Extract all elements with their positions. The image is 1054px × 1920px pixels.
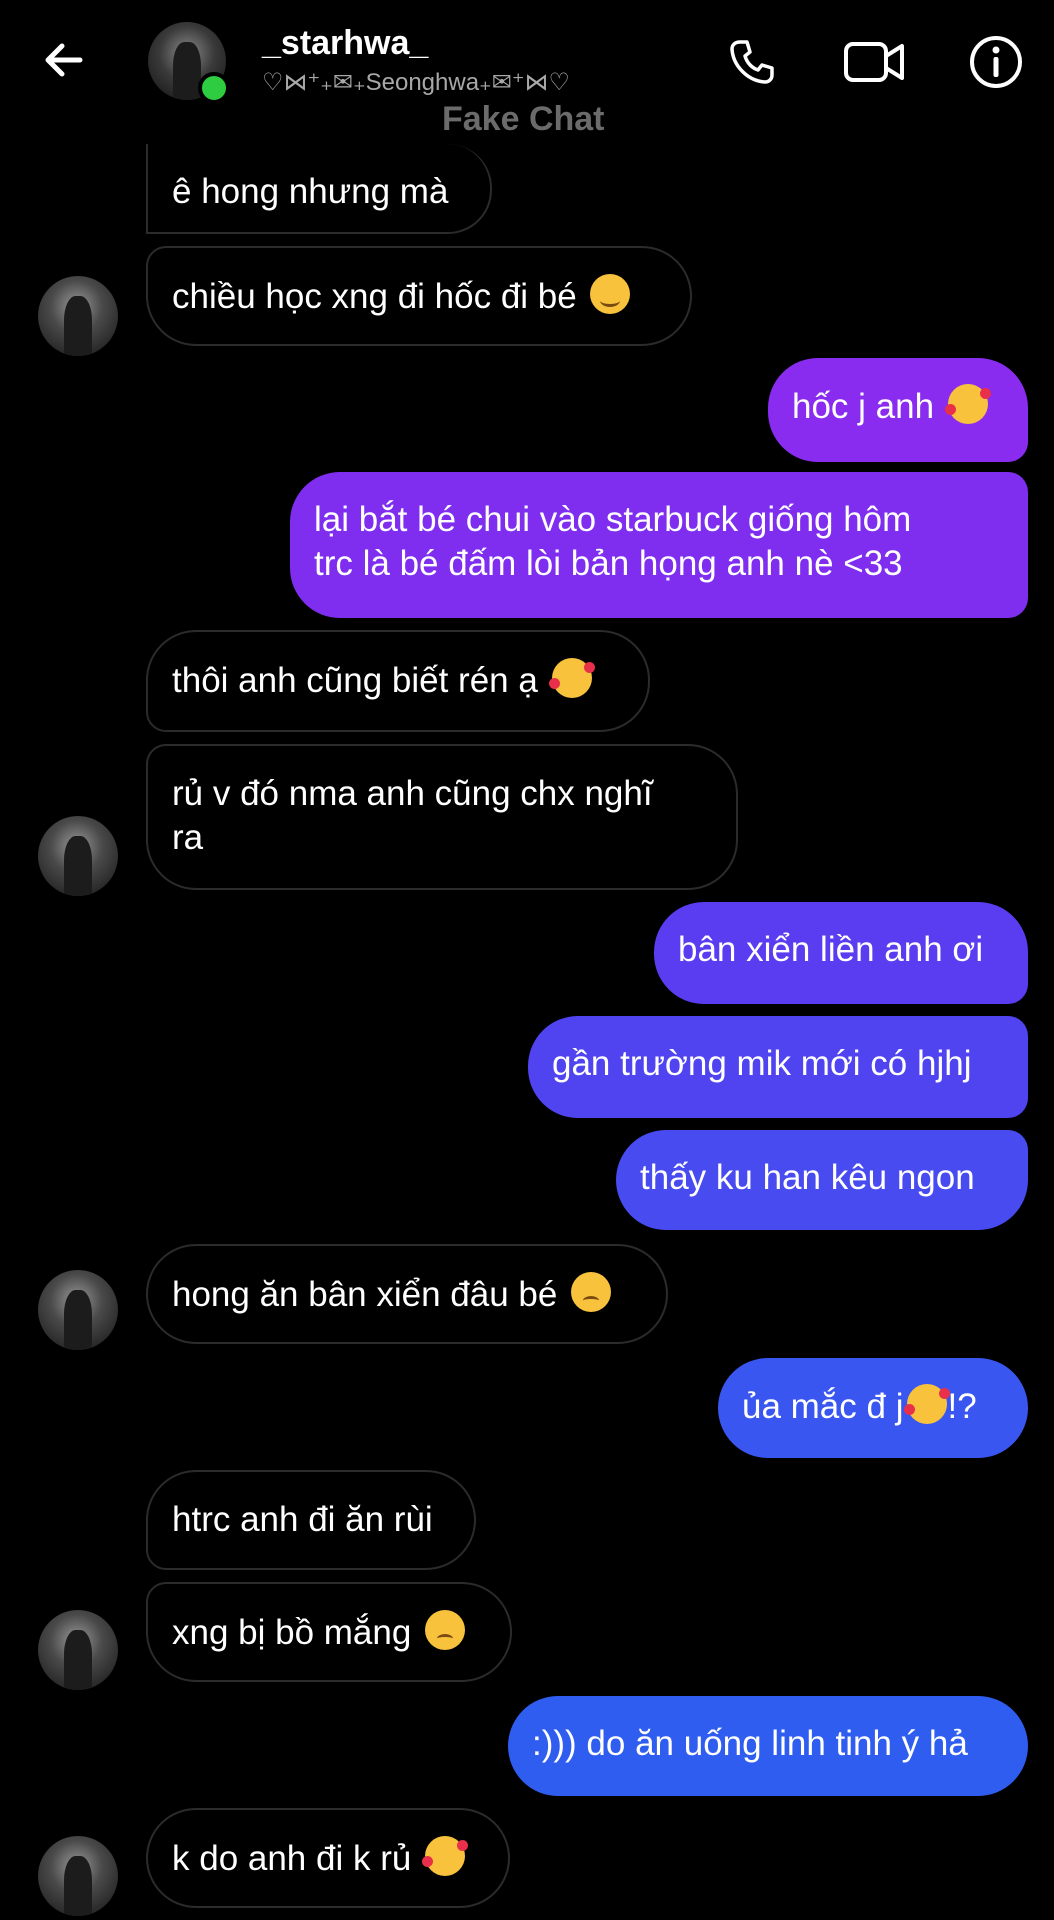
- message-text-line-2: trc là bé đấm lòi bản họng anh nè <33: [314, 544, 903, 583]
- back-button[interactable]: [36, 32, 92, 88]
- message-text-suffix: !?: [947, 1387, 977, 1426]
- incoming-message[interactable]: ê hong nhưng mà: [146, 144, 492, 234]
- smiling-hearts-emoji-icon: [944, 384, 991, 424]
- sender-avatar[interactable]: [38, 816, 118, 896]
- outgoing-message[interactable]: gần trường mik mới có hjhj: [528, 1016, 1028, 1118]
- message-text: xng bị bồ mắng: [172, 1613, 412, 1652]
- smiling-hearts-emoji-icon: [422, 1836, 469, 1876]
- incoming-message[interactable]: htrc anh đi ăn rùi: [146, 1470, 476, 1570]
- contact-username[interactable]: _starhwa_: [262, 24, 428, 63]
- sender-avatar[interactable]: [38, 1836, 118, 1916]
- outgoing-message[interactable]: lại bắt bé chui vào starbuck giống hôm t…: [290, 472, 1028, 618]
- disappointed-emoji-icon: [425, 1610, 466, 1650]
- info-icon: [970, 36, 1022, 88]
- video-camera-icon: [844, 42, 904, 82]
- phone-icon: [730, 40, 774, 84]
- smiling-hearts-emoji-icon: [548, 658, 595, 698]
- info-button[interactable]: [964, 30, 1028, 94]
- chat-header: _starhwa_ ♡⋈⁺₊✉︎₊Seonghwa₊✉︎⁺⋈♡ Fake Cha…: [0, 0, 1054, 138]
- outgoing-message[interactable]: thấy ku han kêu ngon: [616, 1130, 1028, 1230]
- message-text: ê hong nhưng mà: [172, 172, 449, 211]
- incoming-message[interactable]: hong ăn bân xiển đâu bé: [146, 1244, 668, 1344]
- message-text: thấy ku han kêu ngon: [640, 1158, 975, 1197]
- smiling-hearts-emoji-icon: [904, 1384, 951, 1424]
- message-text-line-1: rủ v đó nma anh cũng chx nghĩ: [172, 774, 653, 813]
- video-call-button[interactable]: [842, 30, 906, 94]
- message-text: ủa mắc đ j: [742, 1387, 904, 1426]
- incoming-message[interactable]: k do anh đi k rủ: [146, 1808, 510, 1908]
- sender-avatar[interactable]: [38, 1610, 118, 1690]
- outgoing-message[interactable]: bân xiển liền anh ơi: [654, 902, 1028, 1004]
- incoming-message[interactable]: rủ v đó nma anh cũng chx nghĩ ra: [146, 744, 738, 890]
- outgoing-message[interactable]: hốc j anh: [768, 358, 1028, 462]
- message-text: hong ăn bân xiển đâu bé: [172, 1275, 558, 1314]
- incoming-message[interactable]: xng bị bồ mắng: [146, 1582, 512, 1682]
- outgoing-message[interactable]: :))) do ăn uống linh tinh ý hả: [508, 1696, 1028, 1796]
- back-arrow-icon: [45, 43, 83, 77]
- call-button[interactable]: [720, 30, 784, 94]
- message-text-line-2: ra: [172, 818, 204, 857]
- message-text: htrc anh đi ăn rùi: [172, 1500, 433, 1539]
- outgoing-message[interactable]: ủa mắc đ j!?: [718, 1358, 1028, 1458]
- message-text: gần trường mik mới có hjhj: [552, 1044, 972, 1083]
- incoming-message[interactable]: chiều học xng đi hốc đi bé: [146, 246, 692, 346]
- yum-emoji-icon: [590, 274, 631, 314]
- message-text: bân xiển liền anh ơi: [678, 930, 984, 969]
- watermark: Fake Chat: [442, 100, 605, 138]
- sender-avatar[interactable]: [38, 1270, 118, 1350]
- online-status-dot: [198, 72, 230, 104]
- message-text: thôi anh cũng biết rén ạ: [172, 661, 538, 700]
- disappointed-emoji-icon: [571, 1272, 612, 1312]
- message-text-line-1: lại bắt bé chui vào starbuck giống hôm: [314, 500, 912, 539]
- message-text: hốc j anh: [792, 387, 935, 426]
- message-text: k do anh đi k rủ: [172, 1839, 412, 1878]
- message-text: chiều học xng đi hốc đi bé: [172, 277, 577, 316]
- message-text: :))) do ăn uống linh tinh ý hả: [532, 1724, 968, 1763]
- incoming-message[interactable]: thôi anh cũng biết rén ạ: [146, 630, 650, 732]
- sender-avatar[interactable]: [38, 276, 118, 356]
- contact-display-name: ♡⋈⁺₊✉︎₊Seonghwa₊✉︎⁺⋈♡: [262, 69, 571, 96]
